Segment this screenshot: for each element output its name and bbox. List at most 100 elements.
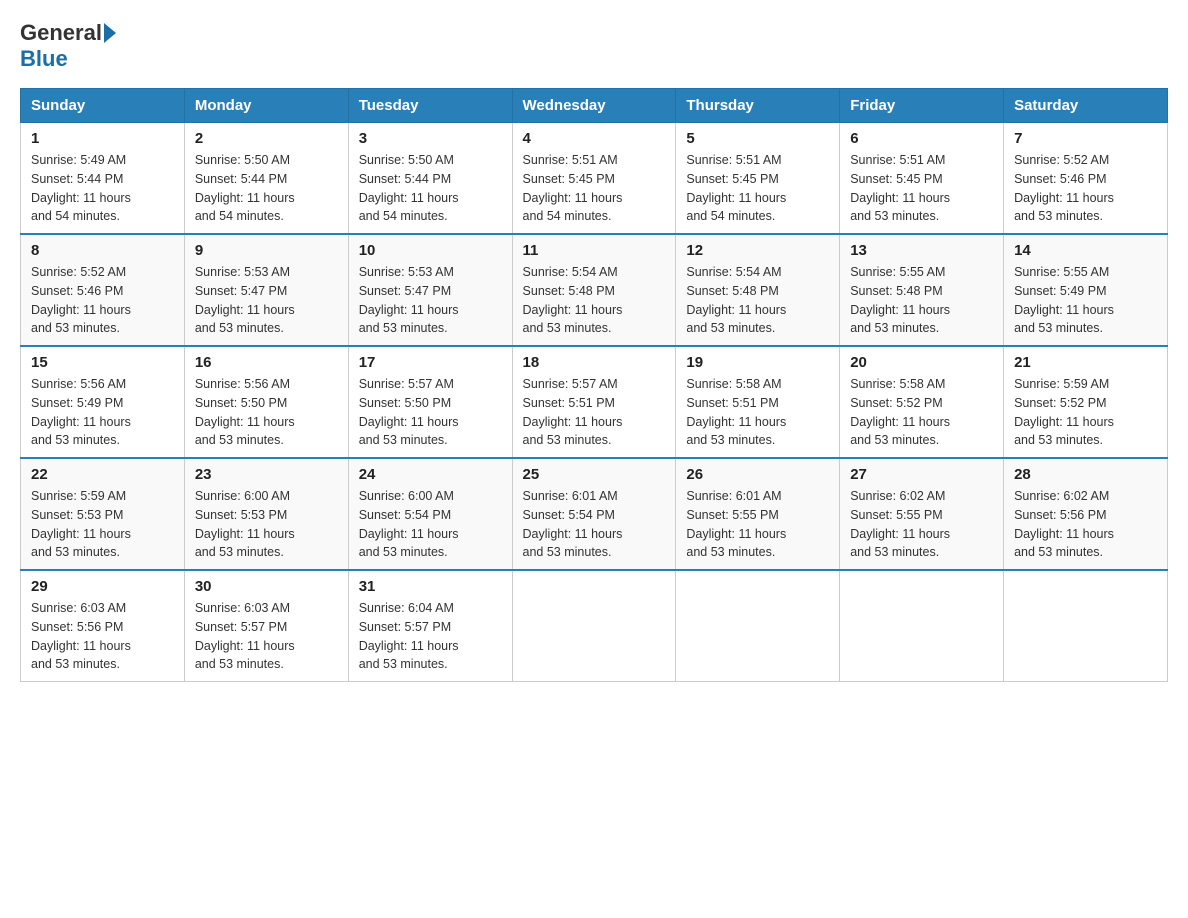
day-number: 21 bbox=[1014, 354, 1157, 371]
day-number: 22 bbox=[31, 466, 174, 483]
day-info: Sunrise: 5:56 AMSunset: 5:50 PMDaylight:… bbox=[195, 375, 338, 450]
day-info: Sunrise: 5:56 AMSunset: 5:49 PMDaylight:… bbox=[31, 375, 174, 450]
day-number: 20 bbox=[850, 354, 993, 371]
day-info: Sunrise: 6:00 AMSunset: 5:53 PMDaylight:… bbox=[195, 487, 338, 562]
calendar-cell-3-6: 20 Sunrise: 5:58 AMSunset: 5:52 PMDaylig… bbox=[840, 346, 1004, 458]
calendar-cell-2-6: 13 Sunrise: 5:55 AMSunset: 5:48 PMDaylig… bbox=[840, 234, 1004, 346]
day-number: 5 bbox=[686, 130, 829, 147]
calendar-cell-1-1: 1 Sunrise: 5:49 AMSunset: 5:44 PMDayligh… bbox=[21, 123, 185, 235]
calendar-cell-1-7: 7 Sunrise: 5:52 AMSunset: 5:46 PMDayligh… bbox=[1004, 123, 1168, 235]
day-info: Sunrise: 5:50 AMSunset: 5:44 PMDaylight:… bbox=[359, 151, 502, 226]
day-number: 4 bbox=[523, 130, 666, 147]
calendar-cell-4-1: 22 Sunrise: 5:59 AMSunset: 5:53 PMDaylig… bbox=[21, 458, 185, 570]
weekday-header-saturday: Saturday bbox=[1004, 89, 1168, 123]
calendar-cell-1-4: 4 Sunrise: 5:51 AMSunset: 5:45 PMDayligh… bbox=[512, 123, 676, 235]
day-number: 24 bbox=[359, 466, 502, 483]
day-info: Sunrise: 5:54 AMSunset: 5:48 PMDaylight:… bbox=[686, 263, 829, 338]
calendar-cell-3-1: 15 Sunrise: 5:56 AMSunset: 5:49 PMDaylig… bbox=[21, 346, 185, 458]
day-number: 14 bbox=[1014, 242, 1157, 259]
calendar-table: SundayMondayTuesdayWednesdayThursdayFrid… bbox=[20, 88, 1168, 682]
day-number: 25 bbox=[523, 466, 666, 483]
calendar-cell-2-7: 14 Sunrise: 5:55 AMSunset: 5:49 PMDaylig… bbox=[1004, 234, 1168, 346]
day-info: Sunrise: 5:51 AMSunset: 5:45 PMDaylight:… bbox=[523, 151, 666, 226]
day-info: Sunrise: 5:57 AMSunset: 5:51 PMDaylight:… bbox=[523, 375, 666, 450]
calendar-cell-5-2: 30 Sunrise: 6:03 AMSunset: 5:57 PMDaylig… bbox=[184, 570, 348, 682]
weekday-header-wednesday: Wednesday bbox=[512, 89, 676, 123]
page-header: General Blue bbox=[20, 20, 1168, 72]
calendar-cell-3-2: 16 Sunrise: 5:56 AMSunset: 5:50 PMDaylig… bbox=[184, 346, 348, 458]
calendar-week-row-4: 22 Sunrise: 5:59 AMSunset: 5:53 PMDaylig… bbox=[21, 458, 1168, 570]
day-number: 19 bbox=[686, 354, 829, 371]
calendar-cell-4-6: 27 Sunrise: 6:02 AMSunset: 5:55 PMDaylig… bbox=[840, 458, 1004, 570]
calendar-cell-1-3: 3 Sunrise: 5:50 AMSunset: 5:44 PMDayligh… bbox=[348, 123, 512, 235]
calendar-week-row-2: 8 Sunrise: 5:52 AMSunset: 5:46 PMDayligh… bbox=[21, 234, 1168, 346]
calendar-cell-5-3: 31 Sunrise: 6:04 AMSunset: 5:57 PMDaylig… bbox=[348, 570, 512, 682]
day-info: Sunrise: 5:57 AMSunset: 5:50 PMDaylight:… bbox=[359, 375, 502, 450]
calendar-cell-2-3: 10 Sunrise: 5:53 AMSunset: 5:47 PMDaylig… bbox=[348, 234, 512, 346]
calendar-cell-4-3: 24 Sunrise: 6:00 AMSunset: 5:54 PMDaylig… bbox=[348, 458, 512, 570]
day-info: Sunrise: 6:00 AMSunset: 5:54 PMDaylight:… bbox=[359, 487, 502, 562]
calendar-cell-3-4: 18 Sunrise: 5:57 AMSunset: 5:51 PMDaylig… bbox=[512, 346, 676, 458]
calendar-cell-3-7: 21 Sunrise: 5:59 AMSunset: 5:52 PMDaylig… bbox=[1004, 346, 1168, 458]
day-number: 1 bbox=[31, 130, 174, 147]
day-info: Sunrise: 5:51 AMSunset: 5:45 PMDaylight:… bbox=[686, 151, 829, 226]
day-info: Sunrise: 5:59 AMSunset: 5:52 PMDaylight:… bbox=[1014, 375, 1157, 450]
logo-blue-text: Blue bbox=[20, 46, 68, 72]
day-number: 12 bbox=[686, 242, 829, 259]
weekday-header-sunday: Sunday bbox=[21, 89, 185, 123]
calendar-cell-3-5: 19 Sunrise: 5:58 AMSunset: 5:51 PMDaylig… bbox=[676, 346, 840, 458]
day-number: 8 bbox=[31, 242, 174, 259]
calendar-week-row-1: 1 Sunrise: 5:49 AMSunset: 5:44 PMDayligh… bbox=[21, 123, 1168, 235]
day-number: 7 bbox=[1014, 130, 1157, 147]
day-info: Sunrise: 5:51 AMSunset: 5:45 PMDaylight:… bbox=[850, 151, 993, 226]
day-number: 29 bbox=[31, 578, 174, 595]
day-info: Sunrise: 5:52 AMSunset: 5:46 PMDaylight:… bbox=[1014, 151, 1157, 226]
day-number: 26 bbox=[686, 466, 829, 483]
day-number: 10 bbox=[359, 242, 502, 259]
calendar-cell-2-1: 8 Sunrise: 5:52 AMSunset: 5:46 PMDayligh… bbox=[21, 234, 185, 346]
day-info: Sunrise: 5:58 AMSunset: 5:52 PMDaylight:… bbox=[850, 375, 993, 450]
calendar-cell-1-5: 5 Sunrise: 5:51 AMSunset: 5:45 PMDayligh… bbox=[676, 123, 840, 235]
calendar-cell-4-4: 25 Sunrise: 6:01 AMSunset: 5:54 PMDaylig… bbox=[512, 458, 676, 570]
day-number: 28 bbox=[1014, 466, 1157, 483]
calendar-week-row-3: 15 Sunrise: 5:56 AMSunset: 5:49 PMDaylig… bbox=[21, 346, 1168, 458]
calendar-cell-5-5 bbox=[676, 570, 840, 682]
day-number: 11 bbox=[523, 242, 666, 259]
calendar-cell-2-2: 9 Sunrise: 5:53 AMSunset: 5:47 PMDayligh… bbox=[184, 234, 348, 346]
calendar-cell-1-2: 2 Sunrise: 5:50 AMSunset: 5:44 PMDayligh… bbox=[184, 123, 348, 235]
calendar-cell-5-1: 29 Sunrise: 6:03 AMSunset: 5:56 PMDaylig… bbox=[21, 570, 185, 682]
calendar-cell-2-4: 11 Sunrise: 5:54 AMSunset: 5:48 PMDaylig… bbox=[512, 234, 676, 346]
day-info: Sunrise: 6:02 AMSunset: 5:56 PMDaylight:… bbox=[1014, 487, 1157, 562]
day-info: Sunrise: 5:55 AMSunset: 5:49 PMDaylight:… bbox=[1014, 263, 1157, 338]
day-number: 13 bbox=[850, 242, 993, 259]
day-number: 30 bbox=[195, 578, 338, 595]
weekday-header-monday: Monday bbox=[184, 89, 348, 123]
day-number: 23 bbox=[195, 466, 338, 483]
calendar-cell-3-3: 17 Sunrise: 5:57 AMSunset: 5:50 PMDaylig… bbox=[348, 346, 512, 458]
day-info: Sunrise: 5:53 AMSunset: 5:47 PMDaylight:… bbox=[195, 263, 338, 338]
day-info: Sunrise: 5:54 AMSunset: 5:48 PMDaylight:… bbox=[523, 263, 666, 338]
day-number: 27 bbox=[850, 466, 993, 483]
calendar-cell-4-7: 28 Sunrise: 6:02 AMSunset: 5:56 PMDaylig… bbox=[1004, 458, 1168, 570]
calendar-cell-1-6: 6 Sunrise: 5:51 AMSunset: 5:45 PMDayligh… bbox=[840, 123, 1004, 235]
day-number: 31 bbox=[359, 578, 502, 595]
day-number: 18 bbox=[523, 354, 666, 371]
day-number: 2 bbox=[195, 130, 338, 147]
weekday-header-thursday: Thursday bbox=[676, 89, 840, 123]
weekday-header-friday: Friday bbox=[840, 89, 1004, 123]
day-info: Sunrise: 6:02 AMSunset: 5:55 PMDaylight:… bbox=[850, 487, 993, 562]
day-number: 9 bbox=[195, 242, 338, 259]
day-number: 15 bbox=[31, 354, 174, 371]
logo-arrow-icon bbox=[104, 23, 116, 43]
day-info: Sunrise: 5:53 AMSunset: 5:47 PMDaylight:… bbox=[359, 263, 502, 338]
day-info: Sunrise: 5:49 AMSunset: 5:44 PMDaylight:… bbox=[31, 151, 174, 226]
weekday-header-tuesday: Tuesday bbox=[348, 89, 512, 123]
day-info: Sunrise: 6:01 AMSunset: 5:55 PMDaylight:… bbox=[686, 487, 829, 562]
calendar-cell-4-2: 23 Sunrise: 6:00 AMSunset: 5:53 PMDaylig… bbox=[184, 458, 348, 570]
day-number: 3 bbox=[359, 130, 502, 147]
day-info: Sunrise: 5:55 AMSunset: 5:48 PMDaylight:… bbox=[850, 263, 993, 338]
calendar-cell-4-5: 26 Sunrise: 6:01 AMSunset: 5:55 PMDaylig… bbox=[676, 458, 840, 570]
day-info: Sunrise: 6:03 AMSunset: 5:56 PMDaylight:… bbox=[31, 599, 174, 674]
day-info: Sunrise: 5:50 AMSunset: 5:44 PMDaylight:… bbox=[195, 151, 338, 226]
day-info: Sunrise: 5:58 AMSunset: 5:51 PMDaylight:… bbox=[686, 375, 829, 450]
